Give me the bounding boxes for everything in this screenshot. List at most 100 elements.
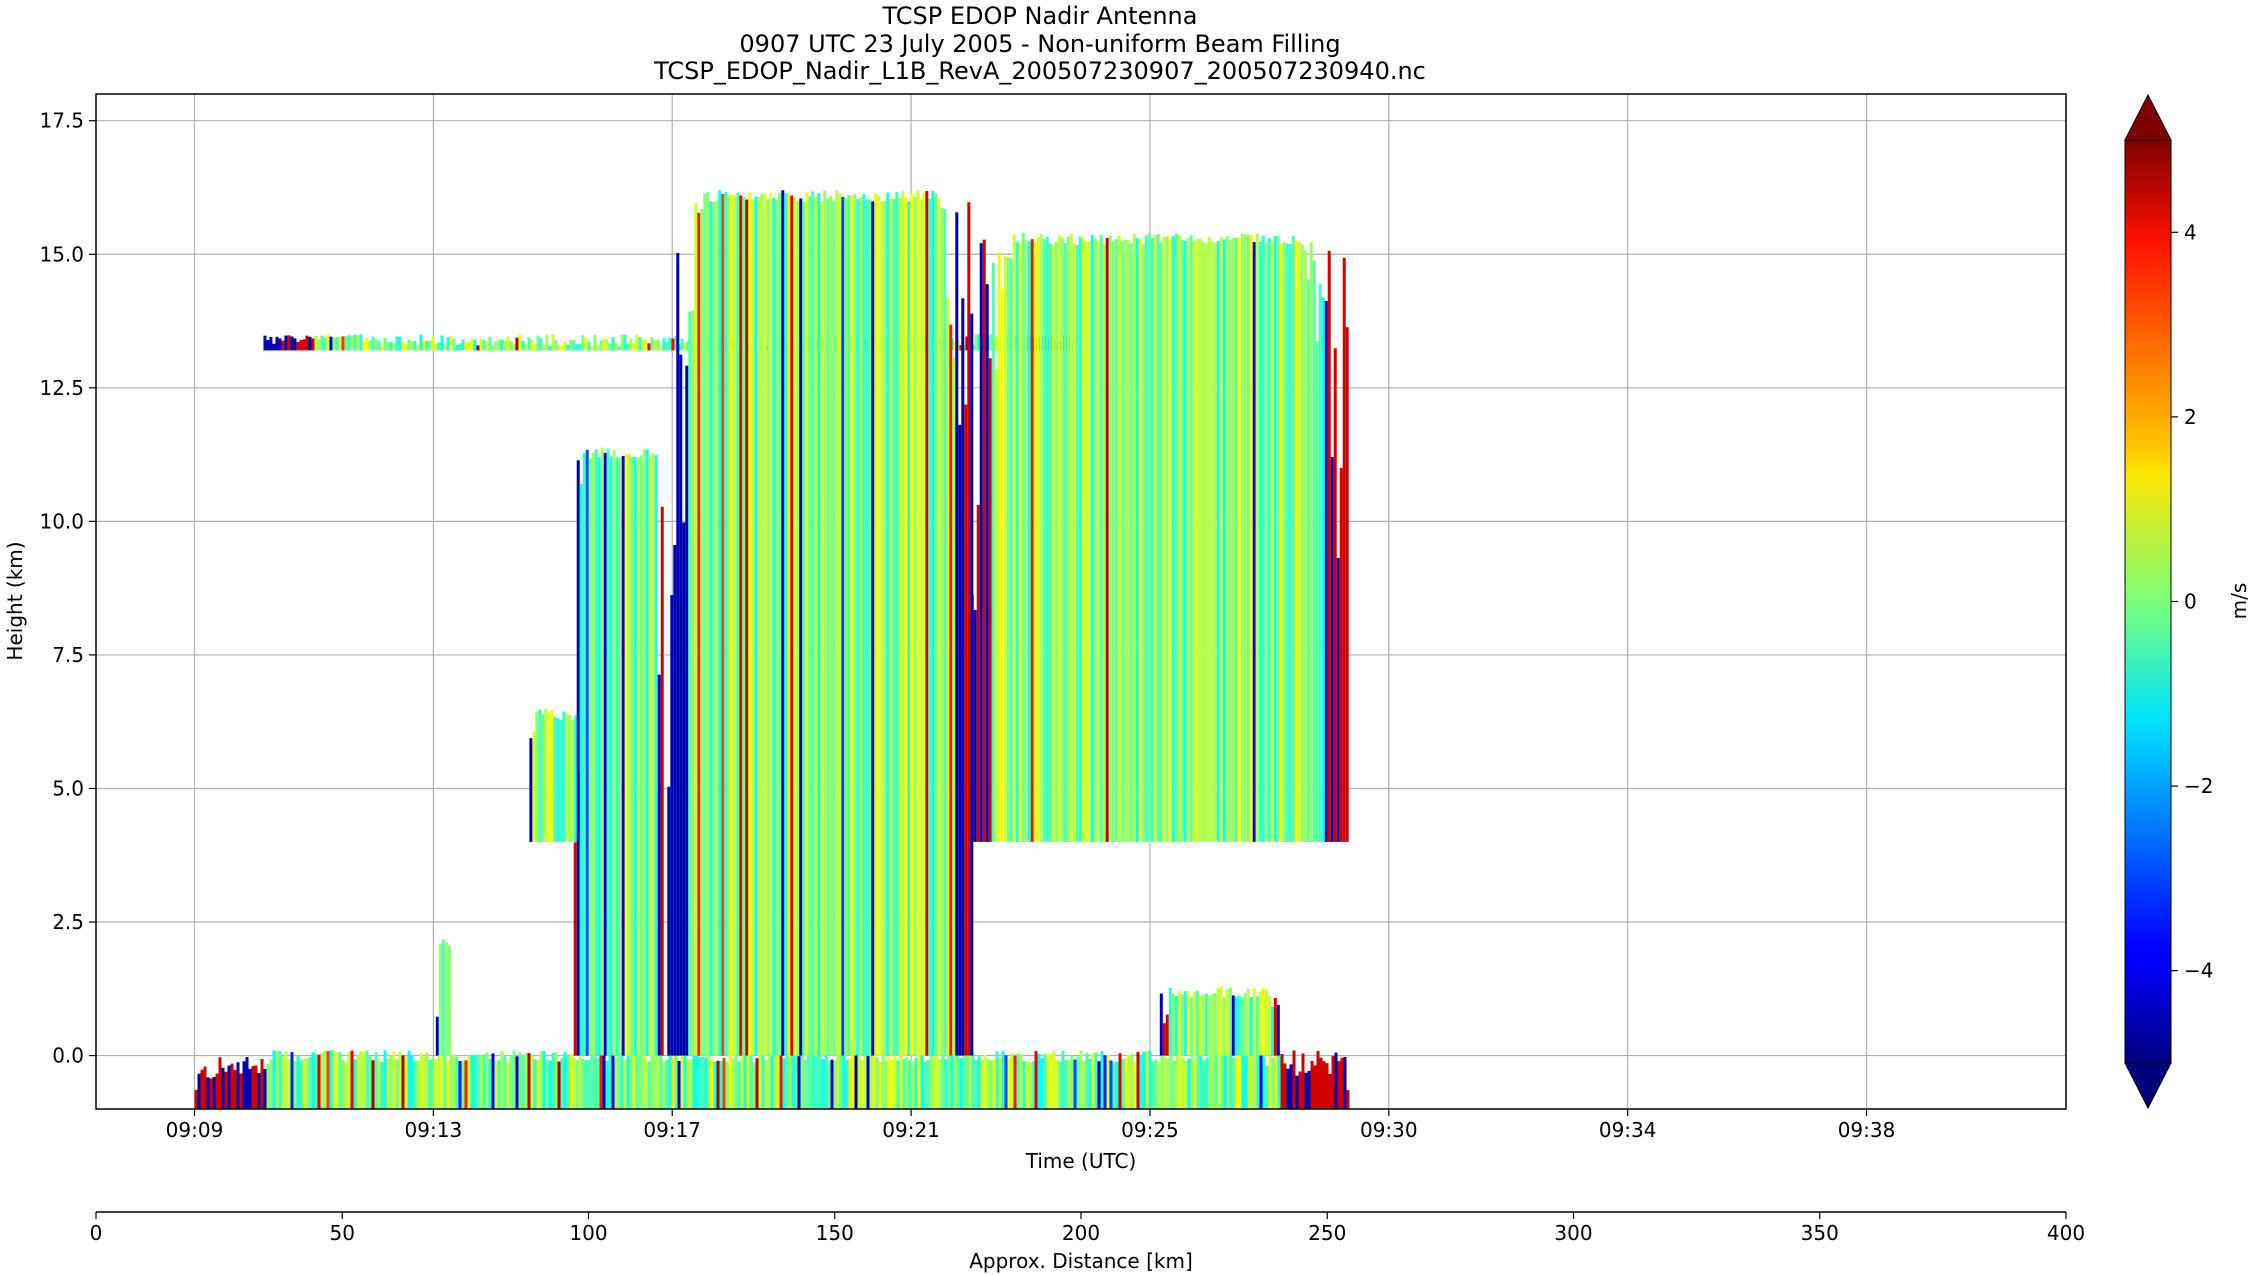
- echo-column: [398, 1051, 402, 1109]
- echo-column: [1109, 1060, 1113, 1109]
- echo-column: [419, 1052, 423, 1109]
- echo-column: [1340, 1057, 1344, 1109]
- echo-column: [544, 708, 548, 842]
- echo-column: [877, 195, 881, 1056]
- echo-column: [506, 1062, 510, 1109]
- echo-column: [542, 1050, 546, 1109]
- echo-column: [824, 1050, 828, 1109]
- echo-column: [434, 343, 438, 351]
- echo-column: [530, 1054, 534, 1109]
- echo-column: [221, 1067, 225, 1109]
- echo-column: [1244, 1055, 1248, 1109]
- echo-column: [380, 1061, 384, 1109]
- echo-column: [272, 1050, 276, 1109]
- echo-column: [748, 192, 752, 1056]
- echo-column: [438, 943, 442, 1056]
- echo-column: [1285, 243, 1289, 842]
- echo-column: [983, 1054, 987, 1109]
- y-tick-label: 7.5: [52, 643, 84, 667]
- echo-column: [850, 195, 854, 1056]
- echo-column: [491, 1053, 495, 1109]
- echo-column: [817, 193, 821, 1056]
- echo-column: [338, 1051, 342, 1109]
- echo-column: [305, 335, 309, 351]
- echo-column: [581, 1058, 585, 1109]
- x-tick-label: 09:17: [643, 1118, 701, 1142]
- echo-column: [641, 1052, 645, 1109]
- echo-column: [1246, 988, 1250, 1056]
- echo-column: [380, 346, 384, 351]
- echo-column: [597, 457, 601, 1056]
- echo-column: [931, 190, 935, 1056]
- echo-column: [571, 720, 575, 842]
- echo-column: [494, 341, 498, 351]
- echo-column: [458, 343, 462, 351]
- echo-column: [823, 190, 827, 1056]
- echo-column: [602, 1055, 606, 1109]
- echo-column: [739, 195, 743, 1056]
- echo-column: [1048, 243, 1052, 842]
- echo-column: [1210, 240, 1214, 842]
- echo-column: [377, 340, 381, 351]
- echo-column: [197, 1073, 201, 1109]
- echo-column: [1261, 988, 1265, 1056]
- echo-column: [1210, 994, 1214, 1056]
- echo-column: [995, 1051, 999, 1109]
- echo-column: [200, 1069, 204, 1109]
- echo-column: [581, 335, 585, 351]
- echo-column: [254, 1065, 258, 1109]
- echo-column: [1037, 1053, 1041, 1109]
- echo-column: [1240, 233, 1244, 842]
- echo-column: [904, 197, 908, 1056]
- echo-column: [970, 594, 974, 842]
- echo-column: [712, 201, 716, 1056]
- colorbar-extend-bottom: [2124, 1062, 2172, 1110]
- echo-column: [934, 193, 938, 1056]
- x-axis-label: Time (UTC): [1025, 1149, 1137, 1173]
- echo-column: [1234, 996, 1238, 1056]
- echo-column: [443, 345, 447, 351]
- echo-column: [985, 284, 989, 842]
- echo-column: [778, 192, 782, 1056]
- echo-column: [524, 1053, 528, 1109]
- echo-column: [587, 341, 591, 351]
- echo-region: [529, 708, 581, 842]
- echo-column: [830, 1059, 834, 1109]
- echo-column: [755, 1058, 759, 1109]
- echo-column: [230, 1063, 234, 1109]
- echo-column: [920, 1052, 924, 1109]
- echo-column: [1289, 1064, 1293, 1109]
- echo-column: [1201, 994, 1205, 1056]
- echo-column: [1334, 1052, 1338, 1109]
- echo-column: [1271, 1058, 1275, 1109]
- echo-column: [1165, 1014, 1169, 1056]
- echo-column: [506, 336, 510, 351]
- echo-column: [362, 341, 366, 351]
- echo-column: [1147, 233, 1151, 842]
- echo-column: [1025, 1061, 1029, 1109]
- echo-column: [464, 1060, 468, 1109]
- echo-column: [626, 1050, 630, 1109]
- echo-column: [854, 1053, 858, 1109]
- echo-column: [676, 253, 680, 1056]
- echo-column: [1154, 1059, 1158, 1109]
- echo-column: [233, 1069, 237, 1109]
- echo-column: [703, 193, 707, 1056]
- echo-column: [769, 193, 773, 1056]
- echo-column: [377, 1059, 381, 1109]
- echo-column: [746, 1053, 750, 1109]
- echo-column: [533, 343, 537, 351]
- echo-column: [485, 1052, 489, 1109]
- echo-column: [719, 1060, 723, 1109]
- echo-column: [1033, 241, 1037, 842]
- echo-column: [775, 199, 779, 1056]
- echo-column: [461, 1060, 465, 1109]
- echo-column: [401, 1055, 405, 1109]
- echo-column: [847, 195, 851, 1056]
- echo-column: [883, 200, 887, 1056]
- echo-column: [1288, 243, 1292, 842]
- echo-column: [1039, 234, 1043, 842]
- echo-column: [1042, 239, 1046, 842]
- echo-column: [1099, 234, 1103, 842]
- echo-column: [338, 336, 342, 351]
